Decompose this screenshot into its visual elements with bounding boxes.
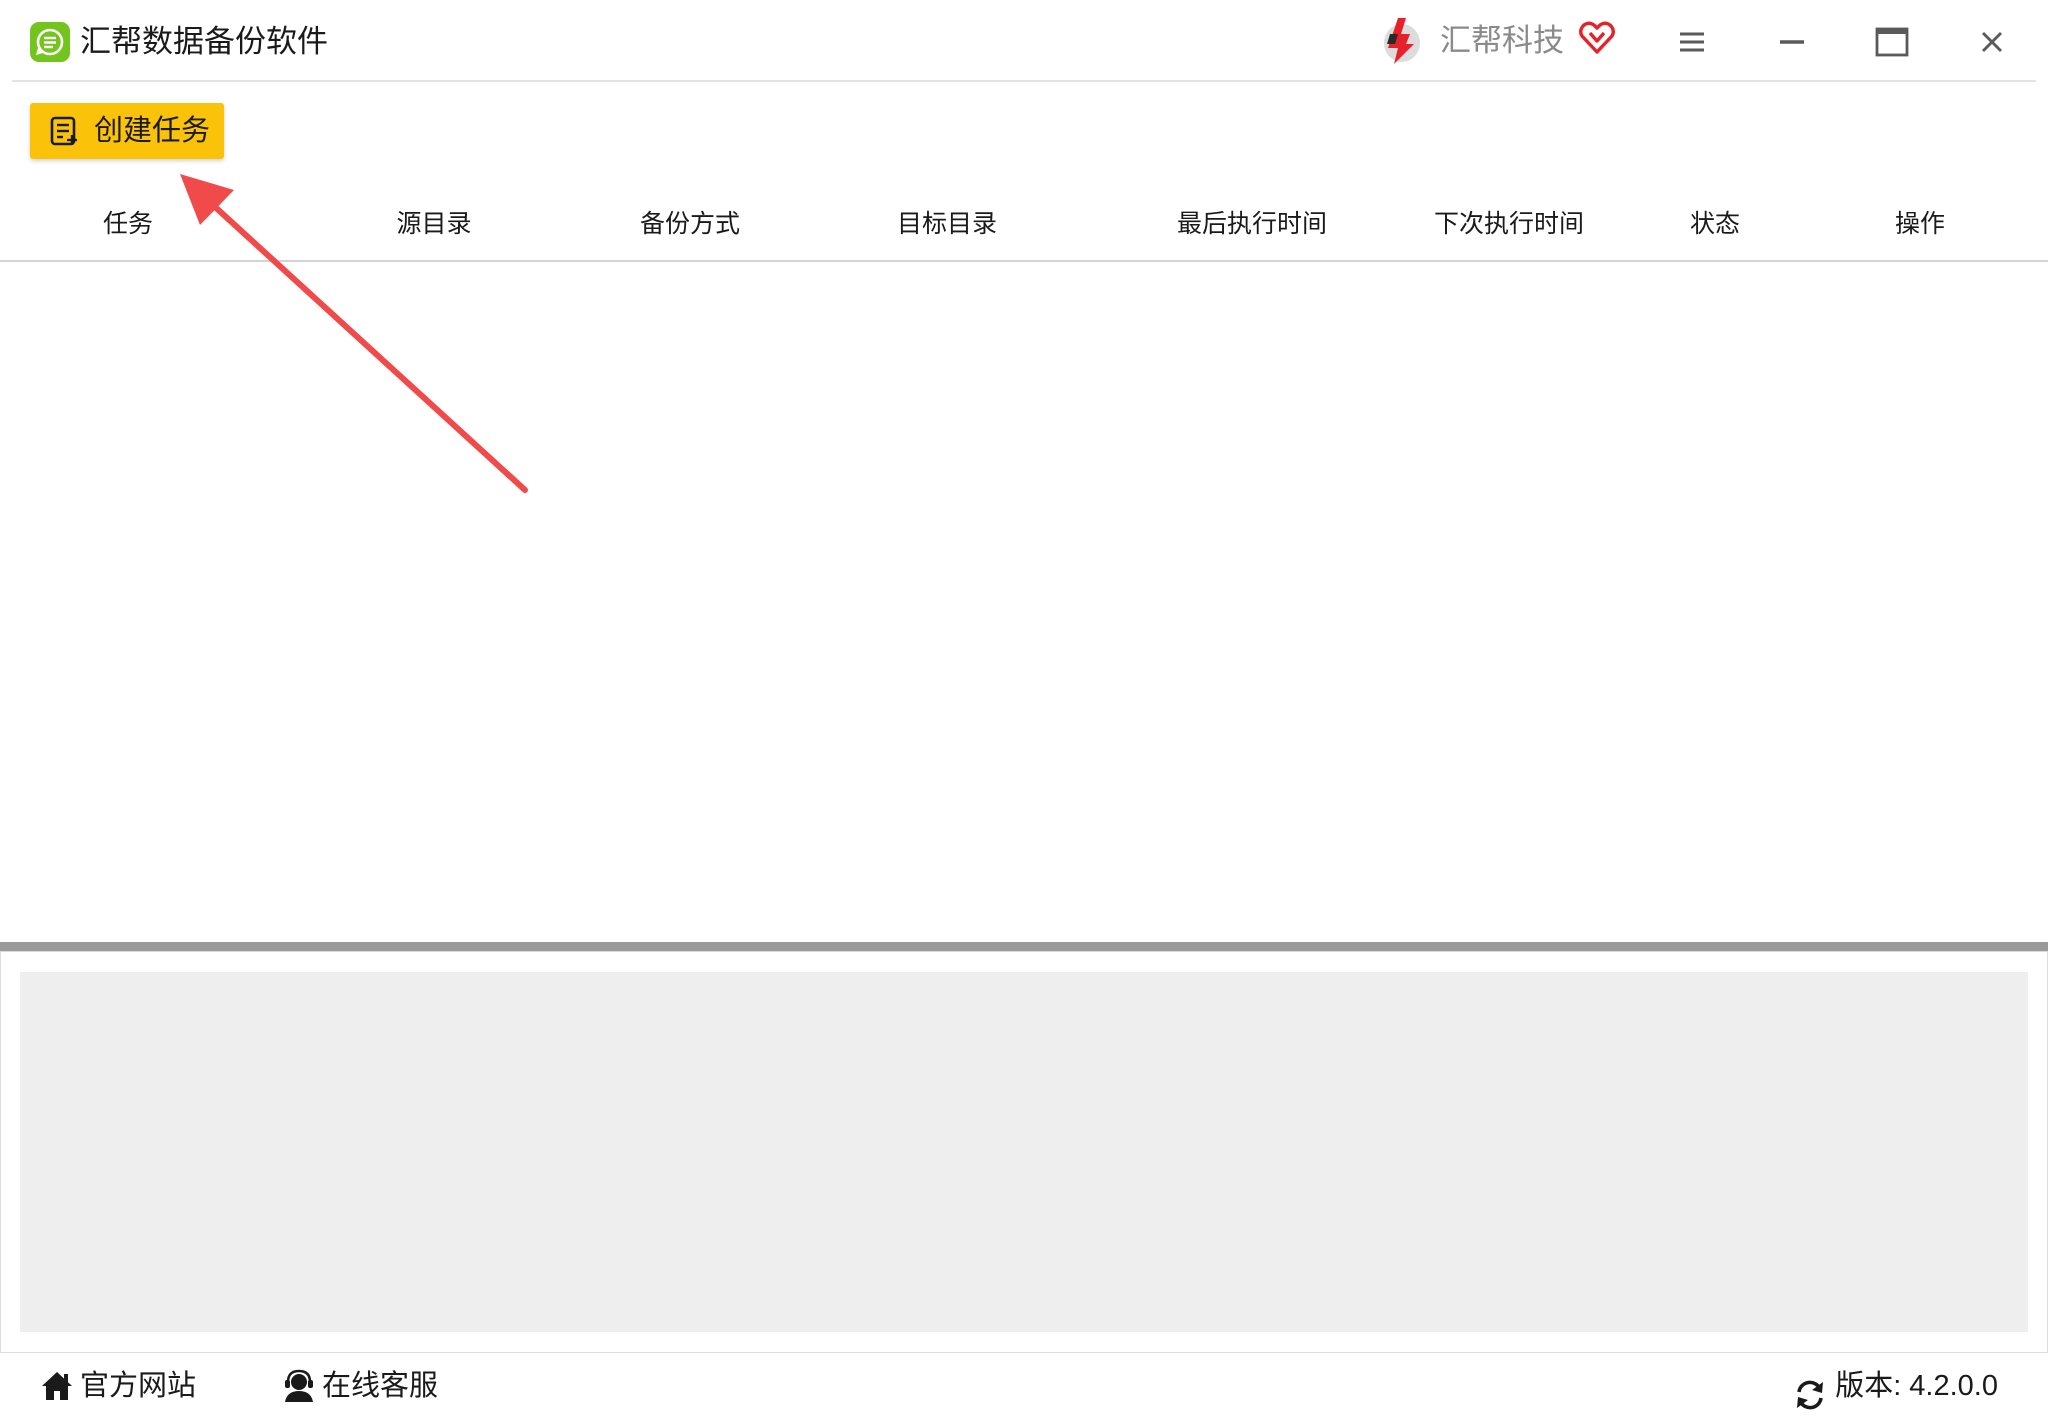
column-header-source[interactable]: 源目录 <box>396 196 471 252</box>
app-window: 汇帮数据备份软件 汇帮科技 创建任务 任务 源目录 备份方式 目标目录 最后执行… <box>0 0 2048 1420</box>
brand-name: 汇帮科技 <box>1440 23 1564 58</box>
refresh-icon <box>1793 1371 1827 1410</box>
title-bar-divider <box>12 80 2036 82</box>
title-bar: 汇帮数据备份软件 汇帮科技 <box>0 0 2048 82</box>
column-header-last-run[interactable]: 最后执行时间 <box>1177 196 1327 252</box>
online-support-link[interactable]: 在线客服 <box>282 1354 442 1418</box>
log-output-area[interactable] <box>20 972 2028 1332</box>
official-website-label: 官方网站 <box>80 1370 197 1402</box>
create-task-label: 创建任务 <box>94 115 211 147</box>
version-info[interactable]: 版本: 4.2.0.0 <box>1797 1354 1998 1418</box>
column-header-backup-mode[interactable]: 备份方式 <box>640 196 740 252</box>
status-bar: 官方网站 在线客服 版本: 4.2.0.0 <box>0 1354 2048 1420</box>
minimize-icon[interactable] <box>1770 20 1814 64</box>
official-website-link[interactable]: 官方网站 <box>40 1354 200 1418</box>
panel-splitter[interactable] <box>0 942 2048 951</box>
support-agent-icon <box>282 1369 316 1403</box>
backup-app-icon <box>30 22 70 62</box>
task-table-header: 任务 源目录 备份方式 目标目录 最后执行时间 下次执行时间 状态 操作 <box>0 196 2048 260</box>
column-header-target[interactable]: 目标目录 <box>897 196 997 252</box>
column-header-status[interactable]: 状态 <box>1690 196 1740 252</box>
close-icon[interactable] <box>1970 20 2014 64</box>
app-title: 汇帮数据备份软件 <box>80 24 328 59</box>
column-header-actions[interactable]: 操作 <box>1895 196 1945 252</box>
home-icon <box>40 1369 74 1403</box>
task-table-body[interactable] <box>0 262 2048 942</box>
task-list-icon <box>48 115 80 147</box>
column-header-task[interactable]: 任务 <box>103 196 153 252</box>
menu-icon[interactable] <box>1670 20 1714 64</box>
online-support-label: 在线客服 <box>322 1370 439 1402</box>
brand-logo-icon <box>1376 14 1424 66</box>
maximize-icon[interactable] <box>1870 20 1914 64</box>
vip-heart-icon[interactable] <box>1578 18 1616 56</box>
version-label: 版本: 4.2.0.0 <box>1835 1370 1998 1402</box>
create-task-button[interactable]: 创建任务 <box>30 103 224 159</box>
column-header-next-run[interactable]: 下次执行时间 <box>1434 196 1584 252</box>
